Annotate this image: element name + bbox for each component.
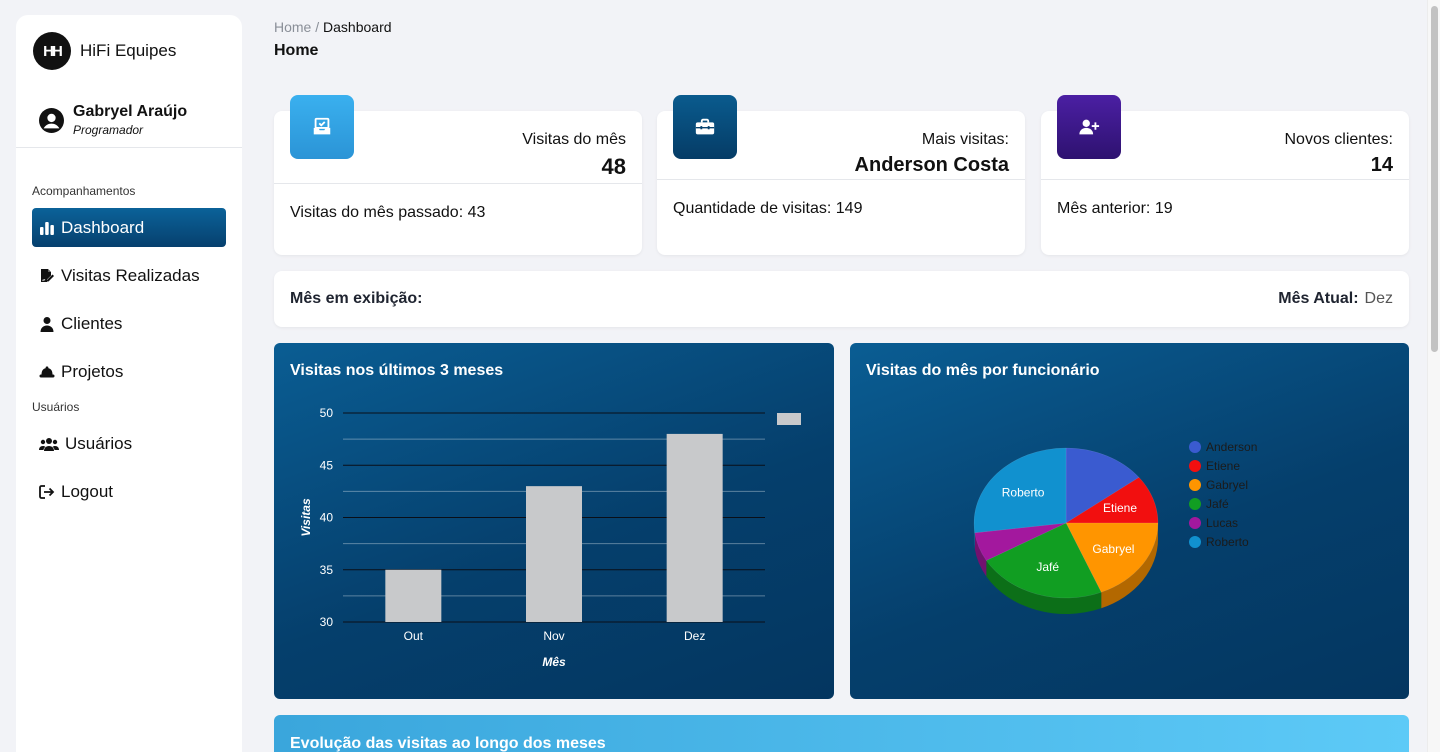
- sidebar-item-label: Visitas Realizadas: [61, 265, 200, 285]
- pie-chart-title: Visitas do mês por funcionário: [866, 362, 1100, 379]
- current-month-label: Mês Atual:: [1278, 290, 1359, 307]
- person-icon: [40, 316, 54, 332]
- bar-chart-icon: [40, 221, 54, 235]
- bar[interactable]: [526, 486, 582, 622]
- legend-swatch: [1189, 479, 1201, 491]
- stat-divider: [274, 183, 642, 184]
- brand-logo: HH: [33, 32, 71, 70]
- y-tick-label: 40: [320, 511, 334, 525]
- sidebar-item-visitas-realizadas[interactable]: Visitas Realizadas: [32, 256, 226, 295]
- user-profile[interactable]: Gabryel Araújo Programador: [39, 103, 187, 137]
- sidebar-item-dashboard[interactable]: Dashboard: [32, 208, 226, 247]
- stat-divider: [657, 179, 1025, 180]
- legend-label: Roberto: [1206, 535, 1249, 549]
- y-tick-label: 30: [320, 615, 334, 629]
- user-name: Gabryel Araújo: [73, 103, 188, 120]
- section-acompanhamentos: Acompanhamentos: [32, 184, 136, 198]
- stat-card-novos-clientes: Novos clientes: 14 Mês anterior: 19: [1041, 95, 1409, 255]
- sidebar: HH HiFi Equipes Gabryel Araújo Programad…: [16, 15, 242, 752]
- x-tick-label: Nov: [543, 629, 564, 643]
- stat-value: 48: [601, 154, 626, 179]
- x-axis-label: Mês: [542, 655, 566, 669]
- brand-name: HiFi Equipes: [80, 41, 177, 60]
- stat-footer: Mês anterior: 19: [1057, 200, 1173, 217]
- stat-card-visitas-mes: Visitas do mês 48 Visitas do mês passado…: [274, 95, 642, 255]
- pie-slice-label: Roberto: [1002, 485, 1045, 499]
- legend-swatch: [1189, 441, 1201, 453]
- stat-label: Visitas do mês: [522, 131, 626, 148]
- scrollbar-thumb[interactable]: [1431, 6, 1438, 352]
- legend-swatch: [1189, 460, 1201, 472]
- pie-chart: Etiene Gabryel Jafé Roberto Anderson Etiene Ga…: [973, 440, 1257, 614]
- legend-label: Lucas: [1206, 516, 1238, 530]
- stat-footer: Quantidade de visitas: 149: [673, 200, 863, 217]
- sidebar-item-label: Dashboard: [61, 217, 145, 237]
- bar-chart-card: Visitas nos últimos 3 meses 30 35 40 45 50 Ou…: [274, 343, 834, 699]
- sidebar-item-clientes[interactable]: Clientes: [32, 304, 226, 343]
- legend-label: Etiene: [1206, 459, 1240, 473]
- current-month[interactable]: Mês Atual: Dez: [1278, 290, 1393, 308]
- sidebar-item-label: Projetos: [61, 361, 124, 381]
- x-tick-label: Dez: [684, 629, 705, 643]
- sidebar-item-label: Clientes: [61, 313, 123, 333]
- pie-slice-label: Etiene: [1103, 501, 1137, 515]
- legend-swatch: [1189, 498, 1201, 510]
- bar[interactable]: [666, 433, 723, 622]
- stat-value: Anderson Costa: [854, 154, 1009, 176]
- stat-divider: [1041, 179, 1409, 180]
- inbox-check-icon: [290, 95, 354, 159]
- stat-label: Novos clientes:: [1284, 131, 1394, 148]
- breadcrumb-home-link[interactable]: Home: [274, 19, 311, 35]
- stat-value: 14: [1370, 154, 1393, 176]
- legend-swatch: [777, 413, 801, 425]
- sidebar-divider: [16, 147, 242, 148]
- evolution-chart-title: Evolução das visitas ao longo dos meses: [290, 735, 606, 752]
- legend-label: Jafé: [1206, 497, 1229, 511]
- sidebar-item-label: Logout: [61, 481, 113, 501]
- section-usuarios: Usuários: [32, 400, 80, 414]
- toolbox-icon: [673, 95, 737, 159]
- page-scrollbar[interactable]: [1427, 0, 1440, 752]
- legend-swatch: [1189, 517, 1201, 529]
- brand[interactable]: HH HiFi Equipes: [33, 32, 176, 70]
- sidebar-item-logout[interactable]: Logout: [32, 472, 226, 511]
- breadcrumb-separator: /: [315, 19, 320, 35]
- breadcrumb: Home / Dashboard: [274, 19, 392, 35]
- logout-icon: [39, 484, 55, 499]
- evolution-chart-card: Evolução das visitas ao longo dos meses: [274, 715, 1409, 752]
- y-axis-label: Visitas: [299, 498, 313, 537]
- users-icon: [39, 437, 59, 451]
- legend-label: Gabryel: [1206, 478, 1248, 492]
- current-month-value: Dez: [1364, 290, 1393, 307]
- hard-hat-icon: [39, 366, 55, 377]
- stat-footer: Visitas do mês passado: 43: [290, 204, 486, 221]
- month-label: Mês em exibição:: [290, 290, 423, 307]
- bar[interactable]: [385, 569, 442, 622]
- user-plus-icon: [1057, 95, 1121, 159]
- bar-chart: 30 35 40 45 50 Out Nov Dez Mês Visitas: [299, 406, 801, 669]
- y-tick-label: 45: [320, 458, 334, 472]
- sidebar-item-label: Usuários: [65, 433, 133, 453]
- pie-slice-label: Jafé: [1036, 560, 1059, 574]
- legend-label: Anderson: [1206, 440, 1257, 454]
- user-role: Programador: [73, 123, 144, 137]
- y-tick-label: 35: [320, 563, 334, 577]
- legend-swatch: [1189, 536, 1201, 548]
- y-tick-label: 50: [320, 406, 334, 420]
- file-signature-icon: [41, 268, 54, 282]
- x-tick-label: Out: [404, 629, 424, 643]
- bar-chart-title: Visitas nos últimos 3 meses: [290, 362, 504, 379]
- sidebar-item-projetos[interactable]: Projetos: [32, 352, 226, 391]
- breadcrumb-current: Dashboard: [323, 19, 392, 35]
- month-selector-bar: Mês em exibição: Mês Atual: Dez: [274, 271, 1409, 327]
- page-title: Home: [274, 42, 319, 59]
- stat-label: Mais visitas:: [921, 131, 1009, 148]
- pie-slice-label: Gabryel: [1092, 542, 1134, 556]
- pie-chart-card: Visitas do mês por funcionário Etiene Gab…: [850, 343, 1409, 699]
- sidebar-item-usuarios[interactable]: Usuários: [32, 424, 226, 463]
- stat-card-mais-visitas: Mais visitas: Anderson Costa Quantidade …: [657, 95, 1025, 255]
- user-circle-icon: [39, 107, 64, 133]
